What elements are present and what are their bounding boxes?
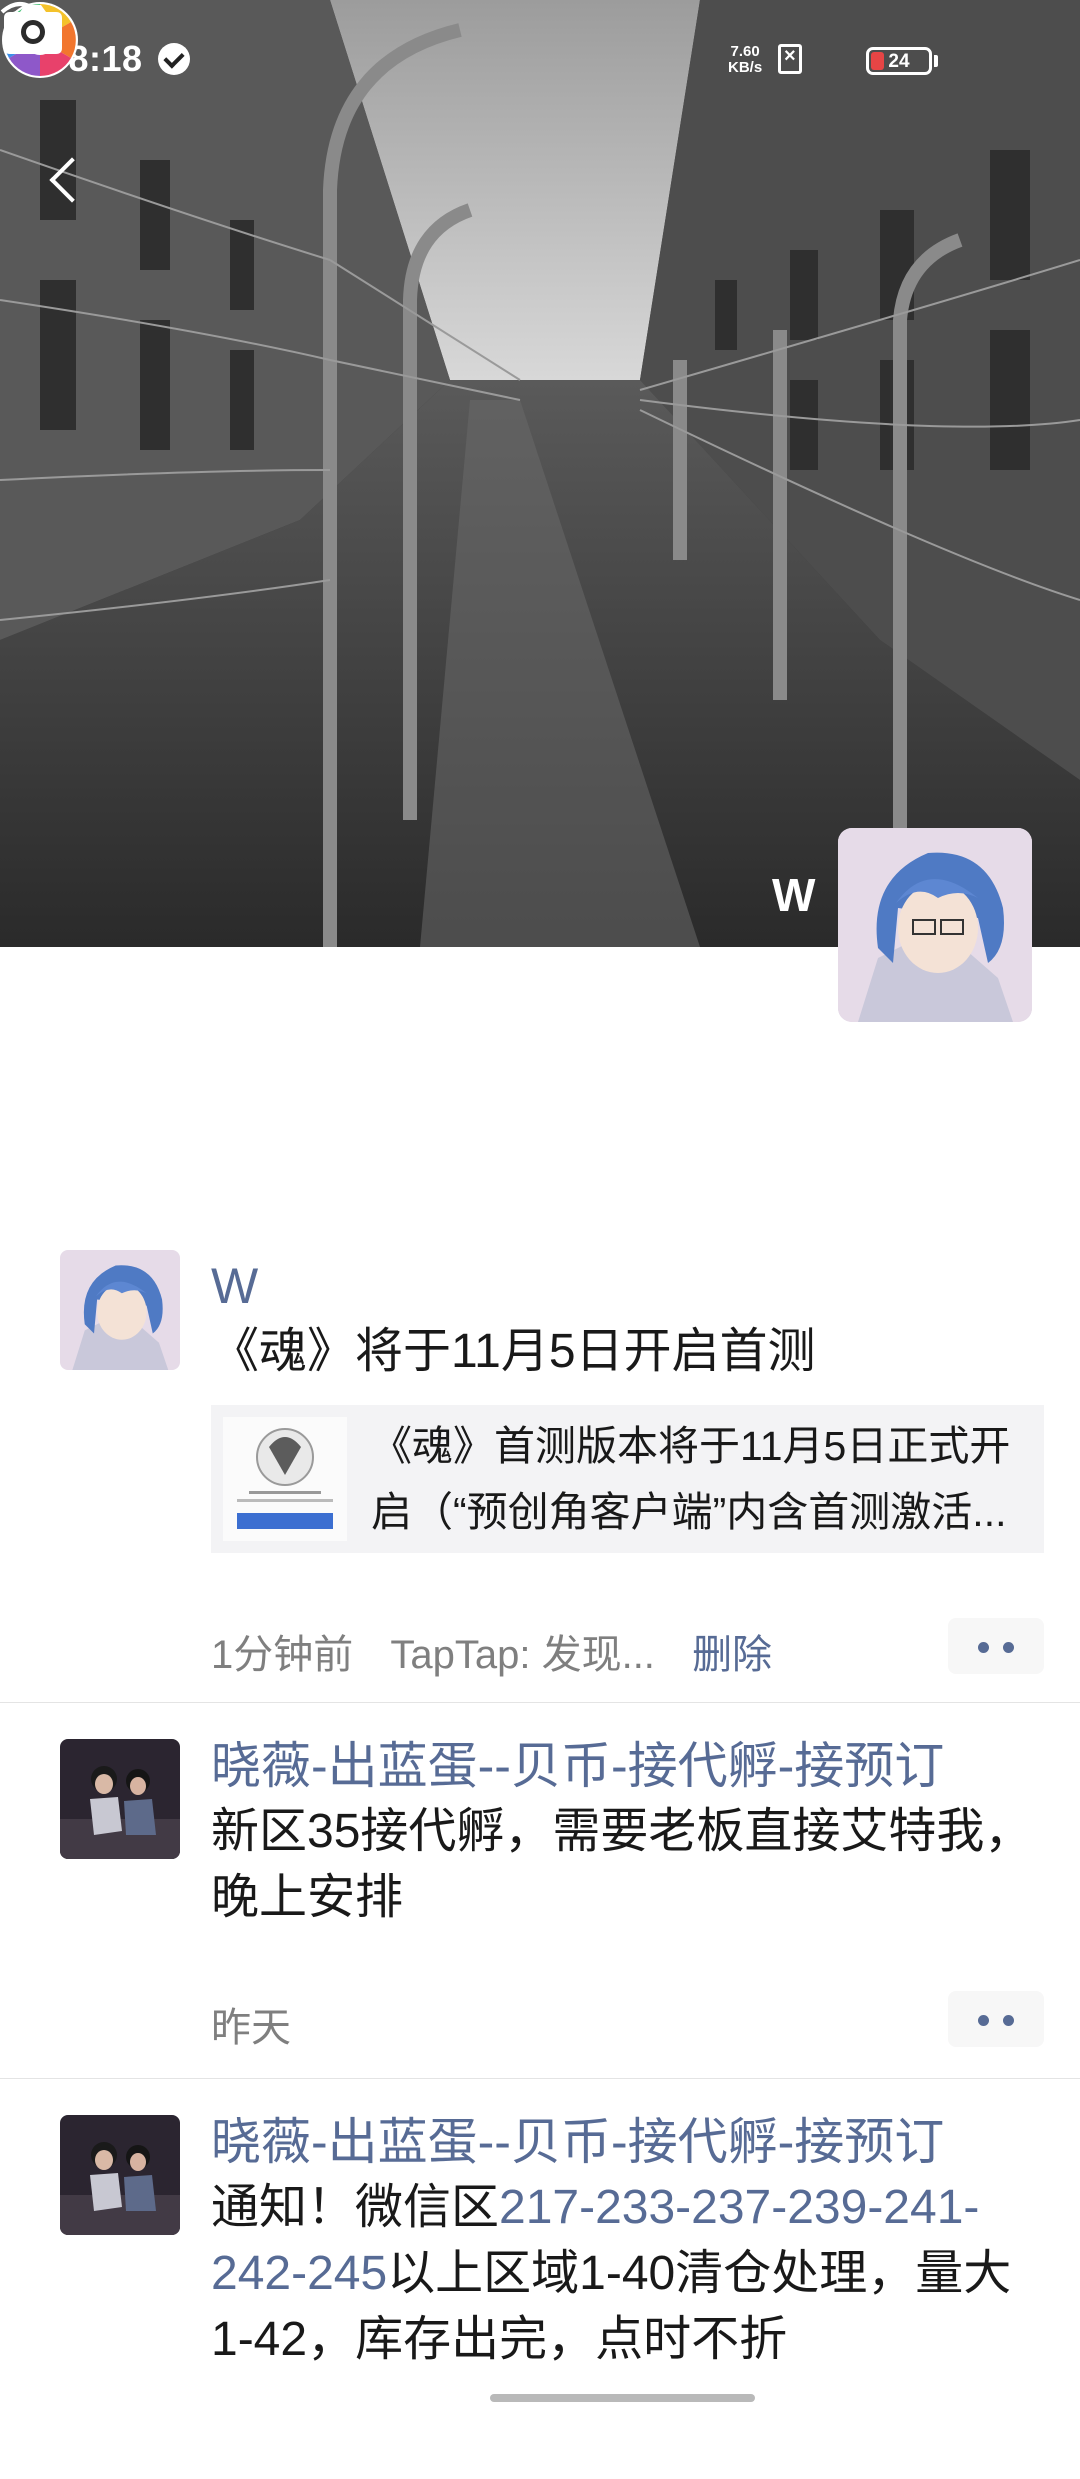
battery-level: 24 xyxy=(888,51,910,72)
profile-nickname: W xyxy=(772,869,816,921)
check-circle-icon xyxy=(158,43,190,75)
post-text-prefix: 通知！微信区 xyxy=(211,2181,500,2234)
more-options-button[interactable] xyxy=(948,1618,1044,1674)
moment-post: 晓薇-出蓝蛋--贝币-接代孵-接预订 新区35接代孵，需要老板直接艾特我，晚上安… xyxy=(0,1703,1080,2079)
post-body: 晓薇-出蓝蛋--贝币-接代孵-接预订 新区35接代孵，需要老板直接艾特我，晚上安… xyxy=(211,1733,1044,1931)
status-bar: 08:18 7.60 KB/s 24 xyxy=(0,0,1080,120)
post-author[interactable]: 晓薇-出蓝蛋--贝币-接代孵-接预订 xyxy=(211,1733,1044,1799)
post-avatar-image xyxy=(60,2115,180,2235)
profile-avatar[interactable] xyxy=(838,828,1032,1022)
more-options-button[interactable] xyxy=(948,1991,1044,2047)
post-meta: 1分钟前 TapTap: 发现... 删除 xyxy=(211,1622,798,1680)
post-source[interactable]: TapTap: 发现... xyxy=(390,1633,655,1677)
shared-link-title: 《魂》首测版本将于11月5日正式开启（“预创角客户端”内含首测激活... xyxy=(371,1423,1011,1535)
battery-icon: 24 xyxy=(866,47,932,75)
post-avatar-image xyxy=(60,1250,180,1370)
back-chevron-icon[interactable] xyxy=(38,150,98,210)
home-indicator[interactable] xyxy=(490,2394,755,2402)
moments-feed: W 《魂》将于11月5日开启首测 《魂》首测版本将于11月5日正式开启（“预创角… xyxy=(0,1238,1080,2479)
network-speed-unit: KB/s xyxy=(728,59,763,76)
battery-cap xyxy=(934,55,938,67)
delete-link[interactable]: 删除 xyxy=(692,1633,772,1677)
post-author[interactable]: W xyxy=(211,1253,1044,1319)
post-body: 晓薇-出蓝蛋--贝币-接代孵-接预订 通知！微信区217-233-237-239… xyxy=(211,2109,1044,2373)
game-logo-image xyxy=(223,1417,347,1541)
camera-icon[interactable] xyxy=(0,0,66,60)
profile-avatar-image xyxy=(838,828,1032,1022)
post-body: W 《魂》将于11月5日开启首测 《魂》首测版本将于11月5日正式开启（“预创角… xyxy=(211,1253,1044,1553)
cover-image[interactable]: 08:18 7.60 KB/s 24 W xyxy=(0,0,1080,947)
post-time: 1分钟前 xyxy=(211,1633,354,1677)
network-speed: 7.60 KB/s xyxy=(728,44,762,76)
post-text: 《魂》将于11月5日开启首测 xyxy=(211,1325,816,1378)
post-text: 新区35接代孵，需要老板直接艾特我，晚上安排 xyxy=(211,1805,1033,1924)
shared-link-card[interactable]: 《魂》首测版本将于11月5日正式开启（“预创角客户端”内含首测激活... xyxy=(211,1405,1044,1553)
post-time: 昨天 xyxy=(211,2006,291,2050)
post-avatar-image xyxy=(60,1739,180,1859)
sim-card-icon xyxy=(778,44,802,74)
post-meta: 昨天 xyxy=(211,1995,317,2053)
post-text: 通知！微信区217-233-237-239-241-242-245以上区域1-4… xyxy=(211,2175,1044,2373)
post-avatar[interactable] xyxy=(60,1739,180,1859)
network-speed-value: 7.60 xyxy=(730,43,760,60)
moment-post: W 《魂》将于11月5日开启首测 《魂》首测版本将于11月5日正式开启（“预创角… xyxy=(0,1238,1080,1703)
post-avatar[interactable] xyxy=(60,1250,180,1370)
moment-post: 晓薇-出蓝蛋--贝币-接代孵-接预订 通知！微信区217-233-237-239… xyxy=(0,2079,1080,2479)
post-avatar[interactable] xyxy=(60,2115,180,2235)
cover-photo-illustration xyxy=(0,0,1080,947)
shared-link-thumbnail xyxy=(223,1417,347,1541)
post-author[interactable]: 晓薇-出蓝蛋--贝币-接代孵-接预订 xyxy=(211,2109,1044,2175)
